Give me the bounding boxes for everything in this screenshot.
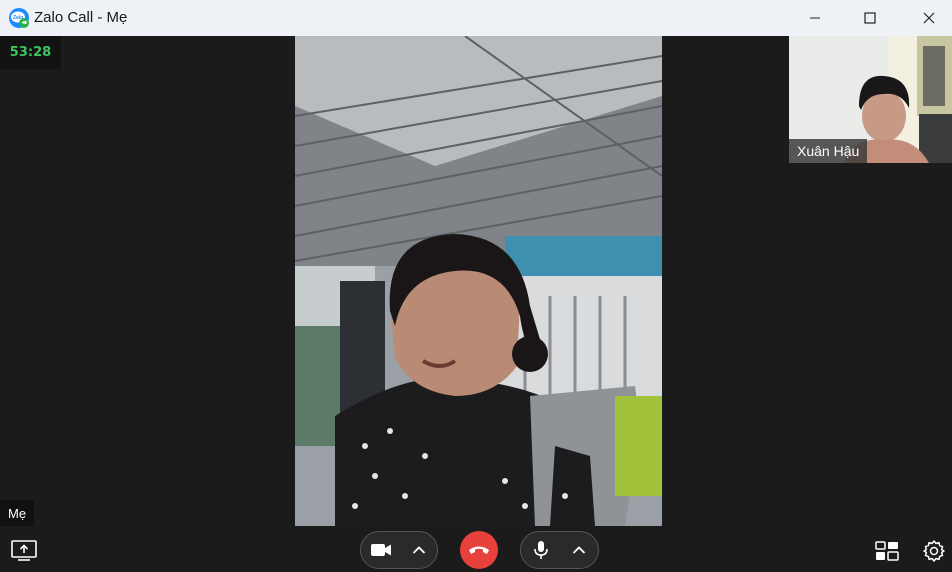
- camera-options-button[interactable]: [401, 532, 437, 568]
- settings-button[interactable]: [922, 539, 946, 563]
- chevron-up-icon: [412, 546, 426, 554]
- screen-share-icon: [11, 540, 37, 561]
- window-title: Zalo Call - Mẹ: [34, 9, 128, 26]
- gear-icon: [923, 540, 945, 562]
- layout-grid-icon: [875, 541, 899, 561]
- close-button[interactable]: [906, 0, 952, 36]
- microphone-icon: [534, 541, 548, 559]
- minimize-icon: [810, 17, 820, 19]
- call-toolbar: [0, 526, 952, 572]
- maximize-button[interactable]: [847, 0, 893, 36]
- call-timer: 53:28: [0, 36, 61, 69]
- screen-share-button[interactable]: [10, 540, 38, 562]
- layout-button[interactable]: [875, 541, 899, 561]
- microphone-toggle-button[interactable]: [521, 532, 561, 568]
- remote-video-frame: [295, 36, 662, 526]
- zalo-logo-icon: Zalo: [9, 8, 29, 28]
- remote-participant-name: Mẹ: [0, 500, 35, 526]
- minimize-button[interactable]: [792, 0, 838, 36]
- close-icon: [923, 12, 935, 24]
- chevron-up-icon: [572, 546, 586, 554]
- camera-toggle-button[interactable]: [361, 532, 401, 568]
- microphone-options-button[interactable]: [561, 532, 597, 568]
- microphone-control-group: [520, 531, 599, 569]
- camera-control-group: [360, 531, 438, 569]
- end-call-button[interactable]: [460, 531, 498, 569]
- hang-up-icon: [469, 546, 489, 554]
- self-participant-name: Xuân Hậu: [789, 139, 868, 163]
- remote-video: [295, 36, 662, 526]
- maximize-icon: [864, 12, 876, 24]
- title-bar: Zalo Zalo Call - Mẹ: [0, 0, 952, 36]
- video-camera-icon: [371, 544, 391, 556]
